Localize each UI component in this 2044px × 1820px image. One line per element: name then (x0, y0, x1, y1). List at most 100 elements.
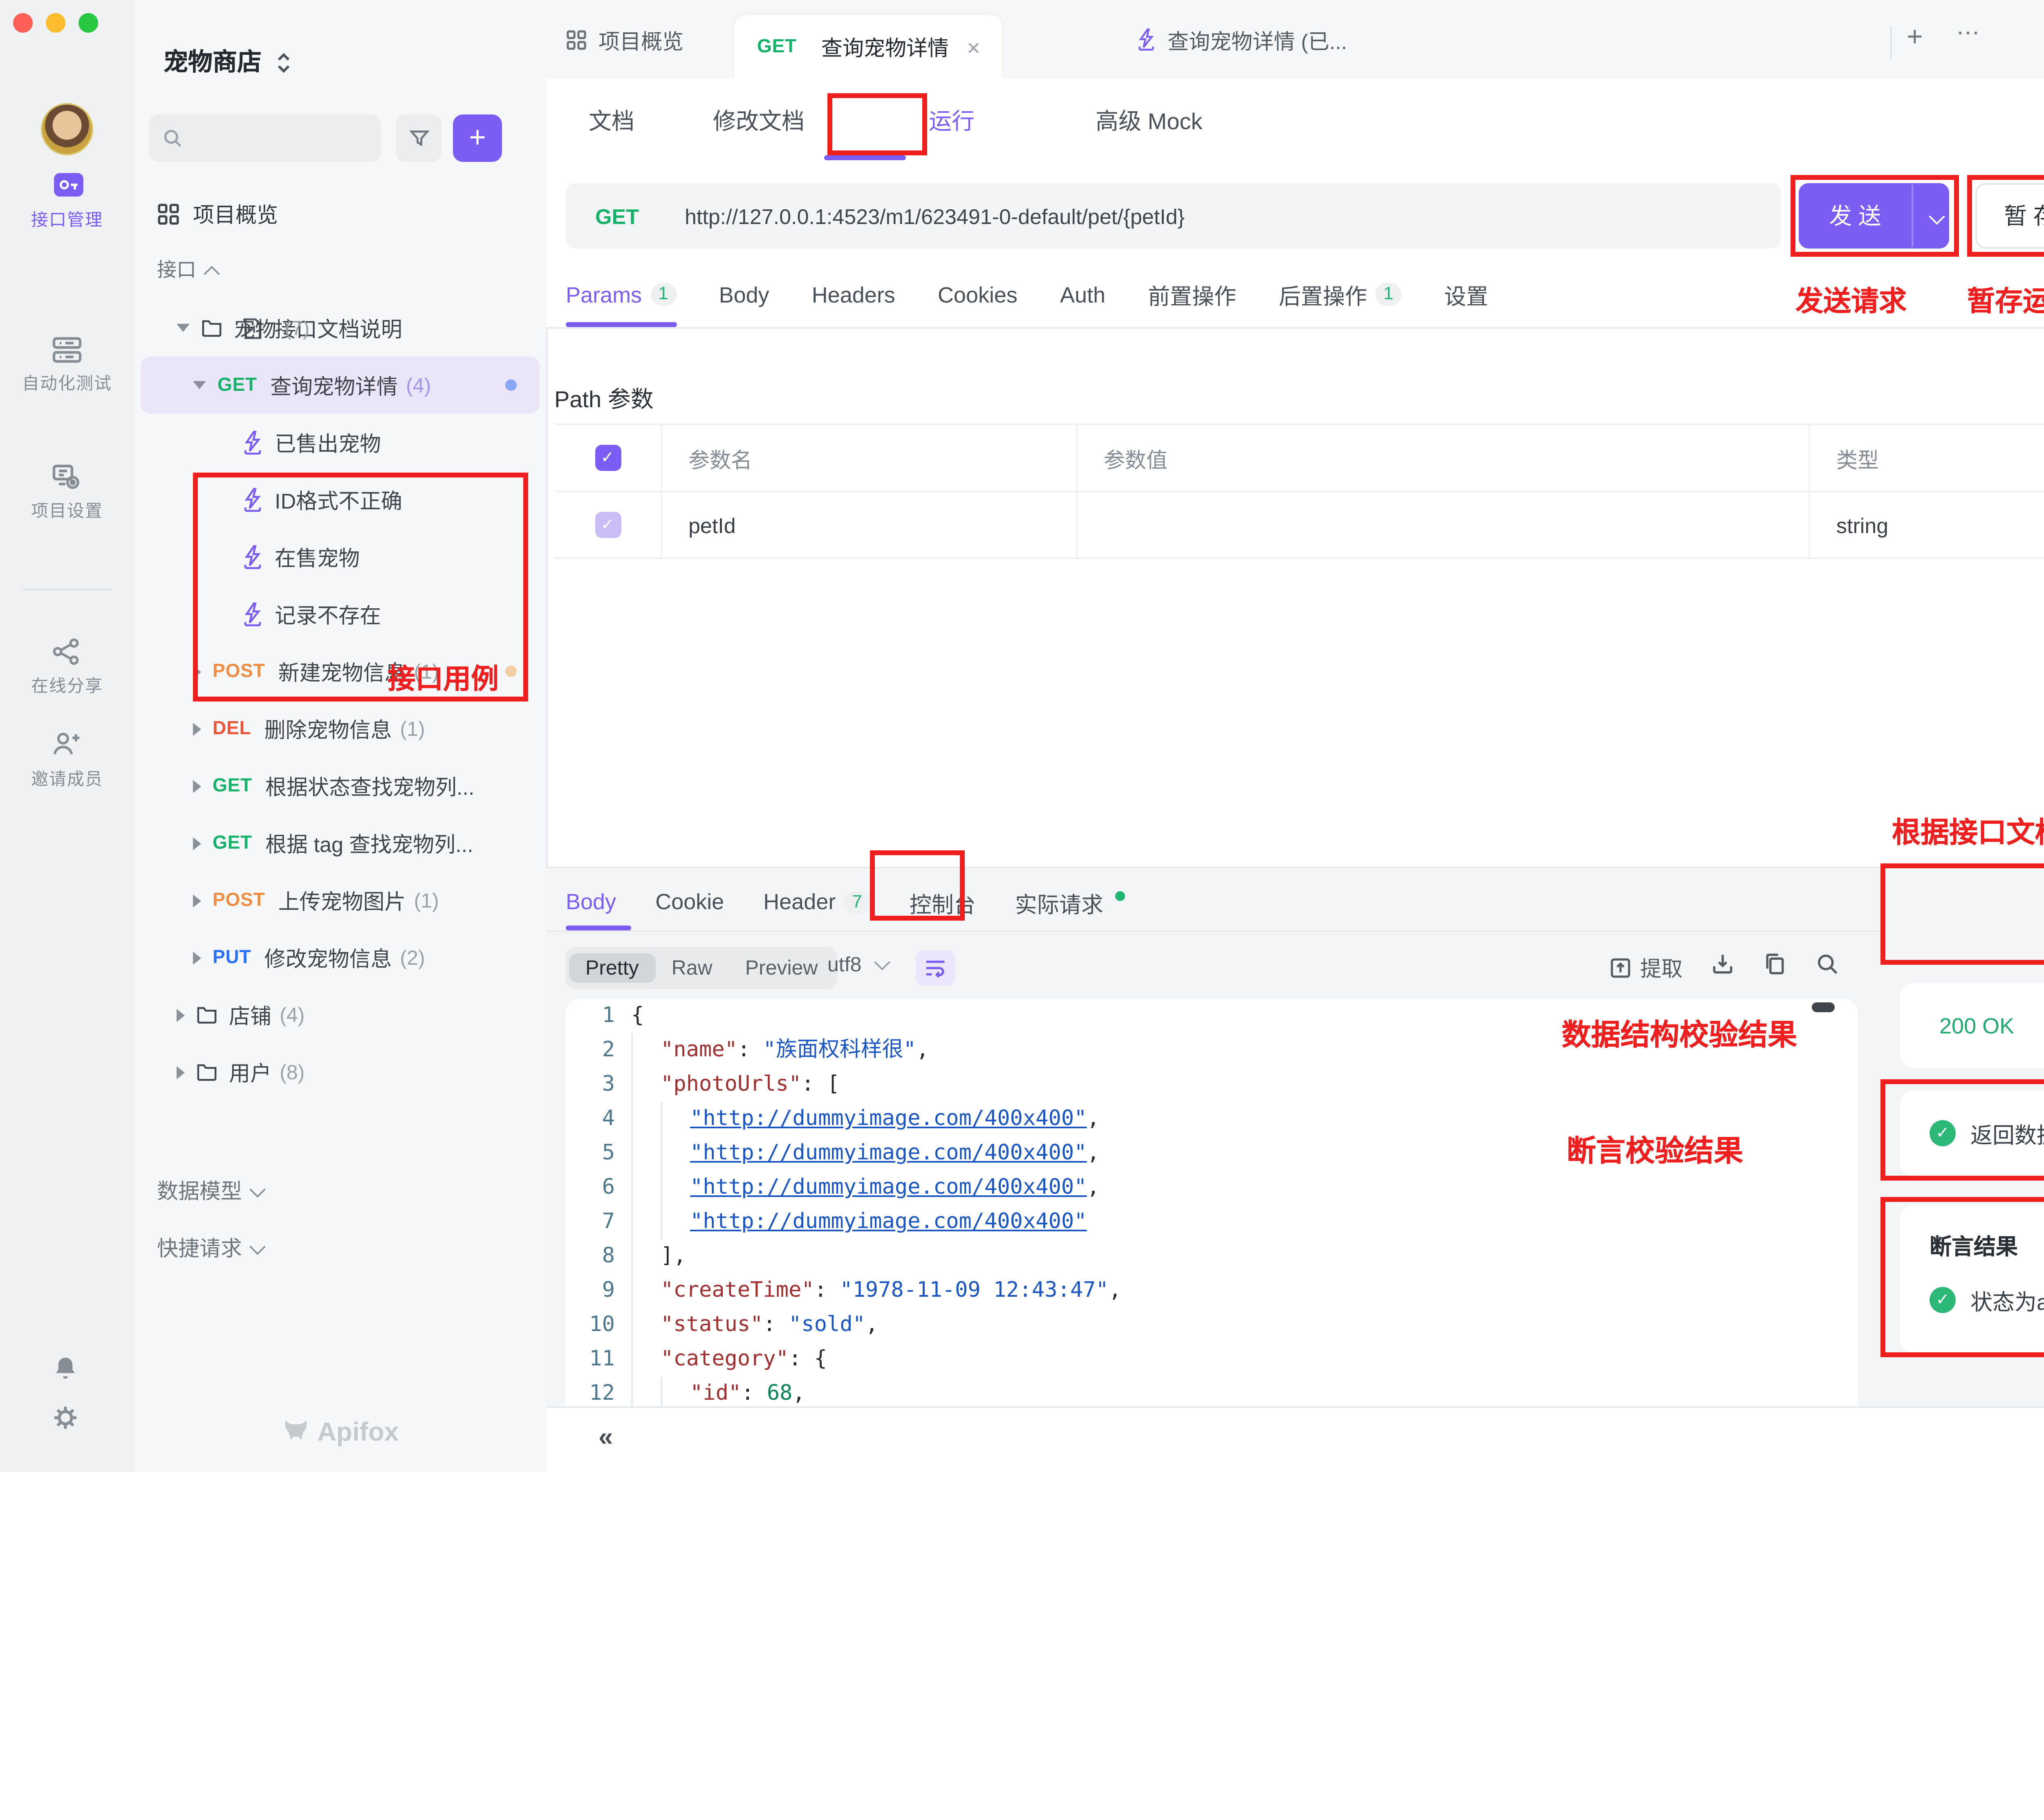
tree-item-node[interactable]: 用户(8) (141, 1043, 540, 1101)
caret-icon[interactable] (193, 779, 201, 792)
tree-item-case[interactable]: 记录不存在 (141, 585, 540, 643)
code-line: 9"createTime": "1978-11-09 12:43:47", (566, 1274, 1858, 1308)
req-tab-params[interactable]: Params1 (566, 262, 677, 327)
rail-item-share[interactable]: 在线分享 (0, 636, 134, 698)
rail-item-automation[interactable]: 自动化测试 (0, 334, 134, 396)
chevron-down-icon (875, 954, 891, 971)
close-icon[interactable]: × (967, 34, 980, 60)
caret-icon[interactable] (193, 381, 206, 389)
tree-item-node[interactable]: 宠物(7) (141, 299, 540, 356)
send-button[interactable]: 发 送 (1799, 183, 1949, 249)
tree-item-get-node[interactable]: GET查询宠物详情(4) (141, 356, 540, 414)
more-tabs-button[interactable]: … (1956, 13, 1982, 41)
resp-tab-body[interactable]: Body (566, 873, 616, 930)
method-badge: GET (213, 833, 252, 853)
assertion-item: 状态为available (1970, 1284, 2044, 1316)
req-tab-设置[interactable]: 设置 (1444, 262, 1488, 327)
search-input[interactable] (149, 114, 381, 162)
resp-tab-实际请求[interactable]: 实际请求 (1015, 873, 1125, 930)
download-button[interactable] (1710, 952, 1735, 976)
mode-pretty[interactable]: Pretty (569, 953, 655, 983)
divider (546, 930, 1880, 932)
filter-button[interactable] (396, 114, 442, 162)
req-tab-body[interactable]: Body (719, 262, 769, 327)
assertion-title: 断言结果 (1930, 1228, 2044, 1261)
tree-item-post-node[interactable]: POST新建宠物信息(1) (141, 643, 540, 700)
word-wrap-button[interactable] (916, 950, 955, 986)
row-checkbox[interactable]: ✓ (594, 512, 621, 538)
caret-icon[interactable] (193, 722, 201, 735)
caret-icon[interactable] (193, 665, 201, 678)
param-name-cell[interactable]: petId (662, 492, 1078, 558)
tab-label: 查询宠物详情 (821, 31, 949, 62)
mode-raw[interactable]: Raw (655, 953, 729, 983)
code-line: 1{ (566, 999, 1858, 1033)
tree-item-case[interactable]: 已售出宠物 (141, 414, 540, 471)
rail-item-invite[interactable]: 邀请成员 (0, 729, 134, 791)
tab-pet-detail-saved[interactable]: 查询宠物详情 (已... (1136, 0, 1347, 78)
rail-item-api-manage[interactable]: 接口管理 (0, 170, 134, 232)
tree-item-get-node[interactable]: GET根据状态查找宠物列... (141, 757, 540, 814)
window-minimize-button[interactable] (46, 13, 65, 33)
sidebar-item-overview[interactable]: 项目概览 (157, 198, 278, 229)
tree-item-case[interactable]: ID格式不正确 (141, 471, 540, 528)
sidebar-item-data-models[interactable]: 数据模型 (157, 1174, 263, 1205)
tree-item-case[interactable]: 在售宠物 (141, 528, 540, 585)
req-tab-headers[interactable]: Headers (812, 262, 895, 327)
mode-preview[interactable]: Preview (729, 953, 834, 983)
req-tab-前置操作[interactable]: 前置操作 (1148, 262, 1236, 327)
resp-tab-cookie[interactable]: Cookie (655, 873, 724, 930)
tree-item-get-node[interactable]: GET根据 tag 查找宠物列... (141, 814, 540, 872)
resp-tab-header[interactable]: Header7 (763, 873, 870, 930)
url-input[interactable]: GET http://127.0.0.1:4523/m1/623491-0-de… (566, 183, 1781, 249)
line-number: 5 (566, 1136, 631, 1171)
settings-button[interactable] (0, 1403, 134, 1441)
window-close-button[interactable] (13, 13, 33, 33)
scrollbar-thumb[interactable] (1812, 1002, 1835, 1012)
caret-icon[interactable] (193, 894, 201, 907)
structure-pass-text: 返回数据结构校验通过！ (1970, 1117, 2044, 1150)
extract-button[interactable]: 提取 (1609, 952, 1683, 983)
req-tab-cookies[interactable]: Cookies (938, 262, 1018, 327)
avatar[interactable] (41, 103, 93, 155)
collapse-sidebar-button[interactable]: « (598, 1424, 613, 1454)
folder-icon (196, 1004, 217, 1025)
copy-button[interactable] (1763, 952, 1787, 976)
req-tab-auth[interactable]: Auth (1060, 262, 1105, 327)
new-tab-button[interactable]: + (1907, 21, 1923, 54)
tab-advanced-mock[interactable]: 高级 Mock (1096, 104, 1202, 137)
search-icon (1815, 952, 1840, 976)
caret-icon[interactable] (177, 1008, 185, 1021)
search-response-button[interactable] (1815, 952, 1840, 976)
tab-run[interactable]: 运行 (929, 104, 975, 137)
section-header-api[interactable]: 接口 (157, 255, 217, 283)
tree-item-del-node[interactable]: DEL删除宠物信息(1) (141, 700, 540, 757)
tree-item-node[interactable]: 店铺(4) (141, 986, 540, 1043)
rail-item-label: 在线分享 (0, 674, 134, 698)
sidebar-item-label: 数据模型 (157, 1179, 242, 1204)
add-api-button[interactable]: + (453, 114, 502, 162)
caret-icon[interactable] (193, 836, 201, 849)
caret-icon[interactable] (193, 951, 201, 964)
caret-icon[interactable] (177, 324, 190, 332)
window-zoom-button[interactable] (78, 13, 98, 33)
tree-item-put-node[interactable]: PUT修改宠物信息(2) (141, 929, 540, 986)
tab-doc[interactable]: 文档 (589, 104, 634, 137)
tree-item-post-node[interactable]: POST上传宠物图片(1) (141, 872, 540, 929)
tab-edit-doc[interactable]: 修改文档 (713, 104, 805, 137)
caret-icon[interactable] (177, 1065, 185, 1078)
resp-tab-控制台[interactable]: 控制台 (910, 873, 976, 930)
req-tab-后置操作[interactable]: 后置操作1 (1279, 262, 1402, 327)
select-all-checkbox[interactable]: ✓ (594, 445, 621, 471)
tree-item-label: 在售宠物 (275, 541, 360, 572)
notifications-button[interactable] (0, 1354, 134, 1392)
encoding-select[interactable]: utf8 (827, 953, 888, 976)
param-value-cell[interactable] (1078, 492, 1810, 558)
project-switcher[interactable]: 宠物商店 (164, 44, 291, 78)
sidebar-item-quick-request[interactable]: 快捷请求 (157, 1231, 263, 1262)
response-body-code[interactable]: 1{2"name": "族面权科样很",3"photoUrls": [4"htt… (566, 999, 1858, 1408)
rail-item-project-settings[interactable]: 项目设置 (0, 461, 134, 523)
tab-get-pet-detail[interactable]: GET 查询宠物详情 × (734, 15, 1003, 78)
tab-project-overview[interactable]: 项目概览 (566, 0, 684, 78)
stash-button[interactable]: 暂 存 (1975, 183, 2044, 249)
